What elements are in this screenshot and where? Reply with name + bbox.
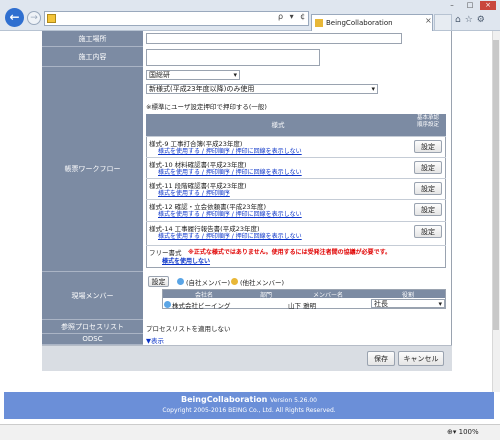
member-company: 株式会社ビーイング (172, 302, 231, 310)
minimize-icon[interactable]: – (444, 1, 460, 10)
free-form-warning: ※正式な様式ではありません。使用するには受発注者間の協議が必要です。 (188, 249, 392, 256)
row-divider (146, 245, 446, 246)
form-options-link[interactable]: 様式を使用する / 押印順序 / 押印に回線を表示しない (158, 167, 302, 176)
frame-border (451, 31, 452, 371)
member-role-select[interactable]: 社長 (371, 299, 445, 308)
row-divider (146, 157, 446, 158)
members-col-member: メンバー名 (312, 292, 343, 299)
home-icon[interactable]: ⌂ (455, 15, 465, 25)
forms-table-header-form: 様式 (146, 114, 410, 136)
label-site: 施工場所 (42, 31, 143, 47)
zoom-level[interactable]: ⊕▾ 100% (447, 428, 479, 436)
window-controls: – □ × (440, 0, 500, 10)
form-options-link[interactable]: 様式を使用する / 押印順序 (158, 188, 230, 197)
own-member-icon (177, 278, 184, 285)
label-content: 施工内容 (42, 47, 143, 67)
row-divider (146, 178, 446, 179)
app-footer: BeingCollaboration Version 5.26.00 Copyr… (4, 392, 494, 419)
back-button[interactable]: ← (5, 8, 24, 27)
label-members: 現場メンバー (42, 272, 143, 320)
save-button[interactable]: 保存 (367, 351, 395, 366)
free-form-link[interactable]: 様式を使用しない (162, 256, 210, 265)
form-options-link[interactable]: 様式を使用する / 押印順序 / 押印に回線を表示しない (158, 231, 302, 240)
browser-tab[interactable]: BeingCollaboration (311, 14, 433, 31)
toolbar-icons: ⌂☆⚙ (455, 15, 489, 25)
authority-select[interactable]: 国総研 (146, 70, 240, 80)
tab-close-icon[interactable]: × (425, 16, 432, 25)
close-window-icon[interactable]: × (480, 1, 496, 10)
cancel-button[interactable]: キャンセル (398, 351, 444, 366)
form-options-link[interactable]: 様式を使用する / 押印順序 / 押印に回線を表示しない (158, 146, 302, 155)
tab-favicon-icon (315, 19, 323, 27)
members-col-dept: 部門 (259, 292, 272, 299)
footer-copyright: Copyright 2005-2016 BEING Co., Ltd. All … (162, 407, 336, 414)
page-icon (47, 14, 56, 23)
label-process-list: 参照プロセスリスト (42, 320, 143, 334)
process-list-value: プロセスリストを適用しない (146, 325, 231, 333)
row-divider (146, 199, 446, 200)
settings-icon[interactable]: ⚙ (477, 15, 489, 25)
scrollbar-thumb[interactable] (493, 40, 499, 330)
other-member-icon (231, 278, 238, 285)
maximize-icon[interactable]: □ (462, 1, 478, 10)
favorites-icon[interactable]: ☆ (465, 15, 477, 25)
odsc-toggle-link[interactable]: ▼表示 (146, 335, 164, 345)
members-col-role: 役割 (401, 292, 414, 299)
own-member-legend: (自社メンバー) (186, 279, 231, 287)
form-settings-button[interactable]: 設定 (414, 203, 442, 216)
own-member-row-icon (164, 301, 171, 308)
form-version-select[interactable]: 新様式(平成23年度以降)のみ使用 (146, 84, 378, 94)
row-divider (146, 221, 446, 222)
address-bar[interactable] (44, 11, 309, 26)
members-settings-button[interactable]: 設定 (148, 276, 169, 287)
form-settings-button[interactable]: 設定 (414, 140, 442, 153)
members-col-company: 会社名 (194, 292, 213, 299)
form-settings-button[interactable]: 設定 (414, 225, 442, 238)
row-divider (146, 136, 446, 137)
site-input[interactable] (146, 33, 402, 44)
form-options-link[interactable]: 様式を使用する / 押印順序 / 押印に回線を表示しない (158, 209, 302, 218)
zoom-icon: ⊕▾ (447, 428, 457, 436)
footer-product: BeingCollaboration (181, 395, 268, 404)
status-bar: ⊕▾ 100% (0, 424, 500, 440)
label-odsc: ODSC (42, 334, 143, 345)
other-member-legend: (他社メンバー) (240, 279, 285, 287)
forward-button[interactable]: → (27, 11, 41, 25)
footer-version: Version 5.26.00 (270, 397, 317, 404)
form-settings-button[interactable]: 設定 (414, 182, 442, 195)
content-textarea[interactable] (146, 49, 320, 66)
new-tab-button[interactable] (434, 14, 452, 31)
form-settings-button[interactable]: 設定 (414, 161, 442, 174)
address-tools[interactable]: ρ ▾ ¢ (278, 12, 307, 21)
label-workflow: 帳票ワークフロー (42, 67, 143, 272)
default-seal-note: ※標準にユーザ設定押印で押印する(一般) (146, 103, 267, 111)
forms-table-header-default: 基本承認 順序設定 (410, 114, 446, 136)
member-name: 山下 雅明 (288, 302, 317, 310)
